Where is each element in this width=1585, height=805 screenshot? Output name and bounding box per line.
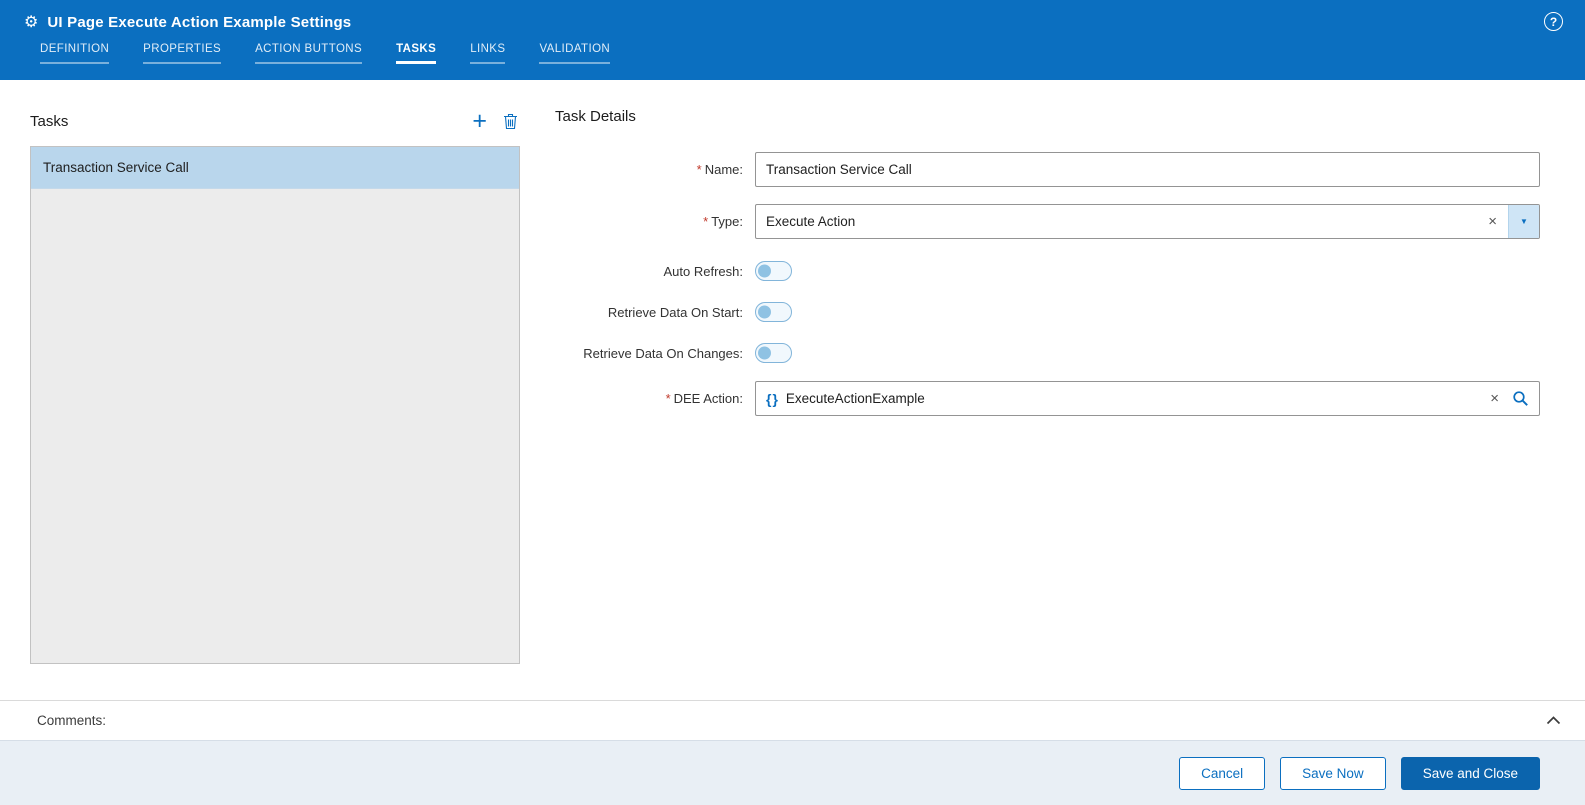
retrieve-data-on-start-control xyxy=(755,302,1540,322)
toggle-knob xyxy=(758,305,771,319)
delete-task-button[interactable] xyxy=(493,113,520,130)
collapse-comments-button[interactable] xyxy=(1546,716,1561,725)
tab-bar: DEFINITION PROPERTIES ACTION BUTTONS TAS… xyxy=(40,43,1585,64)
toggle-knob xyxy=(758,264,771,278)
retrieve-data-on-changes-label: Retrieve Data On Changes: xyxy=(555,346,755,361)
search-icon[interactable] xyxy=(1510,390,1539,407)
name-label-text: Name: xyxy=(704,162,743,177)
task-list-item[interactable]: Transaction Service Call xyxy=(31,147,519,189)
name-label: * Name: xyxy=(555,162,755,177)
header: ⚙ UI Page Execute Action Example Setting… xyxy=(0,0,1585,80)
task-details-panel: Task Details *Name: *Type: xyxy=(555,108,1540,433)
retrieve-data-on-start-label-text: Retrieve Data On Start: xyxy=(607,304,743,320)
type-label-text: Type: xyxy=(711,214,743,229)
tab-definition[interactable]: DEFINITION xyxy=(40,43,110,64)
add-task-button[interactable]: + xyxy=(466,109,493,134)
tab-action-buttons[interactable]: ACTION BUTTONS xyxy=(255,43,363,64)
toggle-knob xyxy=(758,346,771,360)
retrieve-data-on-changes-label-text: Retrieve Data On Changes: xyxy=(583,345,743,361)
required-asterisk: * xyxy=(665,391,671,406)
trash-icon xyxy=(504,113,517,129)
clear-icon[interactable]: × xyxy=(1477,205,1508,238)
retrieve-data-on-start-toggle[interactable] xyxy=(755,302,792,322)
name-field-row: * Name: xyxy=(555,152,1540,187)
retrieve-data-on-start-row: Retrieve Data On Start: xyxy=(555,301,1540,323)
task-details-form: *Name: *Type: Execute Action × ▼ xyxy=(555,152,1540,416)
required-asterisk: * xyxy=(696,162,702,177)
cancel-button[interactable]: Cancel xyxy=(1179,756,1266,790)
auto-refresh-label-text: Auto Refresh: xyxy=(663,263,744,279)
tab-links[interactable]: LINKS xyxy=(470,43,506,64)
main-content: Tasks + Transaction Service Call Task De… xyxy=(0,80,1585,700)
type-label: * Type: xyxy=(555,214,755,229)
footer-action-bar: Cancel Save Now Save and Close xyxy=(0,740,1585,805)
task-details-title: Task Details xyxy=(555,108,636,125)
comments-label: Comments: xyxy=(37,713,107,728)
auto-refresh-label: Auto Refresh: xyxy=(555,264,755,279)
dee-action-control: {} ExecuteActionExample × xyxy=(755,381,1540,416)
dee-action-label: * DEE Action: xyxy=(555,391,755,406)
gear-icon: ⚙ xyxy=(24,13,39,31)
settings-window: ⚙ UI Page Execute Action Example Setting… xyxy=(0,0,1585,805)
tasks-panel-title: Tasks xyxy=(30,112,69,130)
title-row: ⚙ UI Page Execute Action Example Setting… xyxy=(0,0,1585,34)
tasks-panel: Tasks + Transaction Service Call xyxy=(30,108,520,664)
type-select-value: Execute Action xyxy=(766,214,856,229)
retrieve-data-on-changes-row: Retrieve Data On Changes: xyxy=(555,342,1540,364)
save-now-button[interactable]: Save Now xyxy=(1280,756,1386,790)
tab-tasks[interactable]: TASKS xyxy=(396,43,437,64)
retrieve-data-on-changes-toggle[interactable] xyxy=(755,343,792,363)
type-control: Execute Action × ▼ xyxy=(755,204,1540,239)
chevron-up-icon xyxy=(1546,716,1561,725)
type-select[interactable]: Execute Action × ▼ xyxy=(755,204,1540,239)
task-list: Transaction Service Call xyxy=(30,146,520,664)
dee-action-label-text: DEE Action: xyxy=(673,391,743,406)
name-input[interactable] xyxy=(755,152,1540,187)
tasks-panel-header: Tasks + xyxy=(30,108,520,134)
retrieve-data-on-changes-control xyxy=(755,343,1540,363)
auto-refresh-row: Auto Refresh: xyxy=(555,260,1540,282)
dee-action-field[interactable]: {} ExecuteActionExample × xyxy=(755,381,1540,416)
auto-refresh-control xyxy=(755,261,1540,281)
dee-action-row: * DEE Action: {} ExecuteActionExample × xyxy=(555,381,1540,416)
comments-bar: Comments: xyxy=(0,700,1585,740)
dee-action-value: ExecuteActionExample xyxy=(785,391,925,406)
help-icon[interactable]: ? xyxy=(1544,12,1563,31)
clear-icon[interactable]: × xyxy=(1479,390,1510,407)
name-control xyxy=(755,152,1540,187)
type-field-row: * Type: Execute Action × ▼ xyxy=(555,204,1540,239)
retrieve-data-on-start-label: Retrieve Data On Start: xyxy=(555,305,755,320)
required-asterisk: * xyxy=(703,214,709,229)
braces-icon: {} xyxy=(766,390,779,407)
tab-validation[interactable]: VALIDATION xyxy=(539,43,611,64)
chevron-down-icon[interactable]: ▼ xyxy=(1508,205,1539,238)
auto-refresh-toggle[interactable] xyxy=(755,261,792,281)
page-title: UI Page Execute Action Example Settings xyxy=(47,14,352,31)
save-and-close-button[interactable]: Save and Close xyxy=(1400,756,1540,790)
tab-properties[interactable]: PROPERTIES xyxy=(143,43,222,64)
